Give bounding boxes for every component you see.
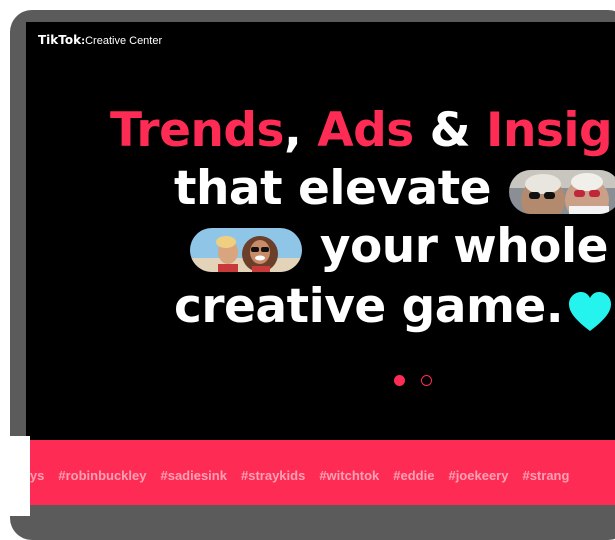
photo-pill-beach bbox=[190, 227, 302, 272]
headline-word-ads: Ads bbox=[317, 103, 414, 158]
headline-comma: , bbox=[284, 103, 318, 158]
hashtag-item[interactable]: #eddie bbox=[393, 468, 434, 483]
heart-icon bbox=[567, 289, 613, 331]
headline-word-insights: Insigh bbox=[485, 103, 615, 158]
hashtag-item[interactable]: #robinbuckley bbox=[58, 468, 146, 483]
headline-that-elevate: that elevate bbox=[174, 161, 492, 216]
photo-pill-friends bbox=[508, 169, 615, 214]
logo-product: Creative Center bbox=[85, 35, 163, 47]
page-background-strip bbox=[0, 436, 30, 516]
hashtag-item[interactable]: #straykids bbox=[241, 468, 305, 483]
headline-word-trends: Trends bbox=[110, 103, 285, 158]
trending-hashtags-ticker: boys #robinbuckley #sadiesink #straykids… bbox=[26, 440, 615, 505]
carousel-dot-2[interactable] bbox=[421, 375, 432, 386]
hashtag-item[interactable]: #strang bbox=[522, 468, 569, 483]
hero-screen: TikTok:Creative Center Trends, Ads & Ins… bbox=[26, 22, 615, 505]
headline-line-3: your whole bbox=[188, 218, 608, 276]
hashtag-item[interactable]: #joekeery bbox=[448, 468, 508, 483]
carousel-dot-1[interactable] bbox=[394, 375, 405, 386]
logo-brand: TikTok bbox=[38, 33, 82, 47]
headline-ampersand: & bbox=[413, 103, 486, 158]
headline-line-4: creative game. bbox=[174, 278, 613, 336]
headline-your-whole: your whole bbox=[319, 219, 609, 274]
hashtag-item[interactable]: #sadiesink bbox=[160, 468, 227, 483]
carousel-pagination bbox=[394, 375, 432, 386]
headline-line-1: Trends, Ads & Insigh bbox=[110, 102, 615, 160]
headline-creative-game: creative game. bbox=[174, 279, 564, 334]
hashtag-list: boys #robinbuckley #sadiesink #straykids… bbox=[26, 468, 569, 483]
tiktok-creative-center-logo[interactable]: TikTok:Creative Center bbox=[38, 33, 162, 47]
headline-line-2: that elevate bbox=[174, 160, 615, 218]
hashtag-item[interactable]: #witchtok bbox=[319, 468, 379, 483]
